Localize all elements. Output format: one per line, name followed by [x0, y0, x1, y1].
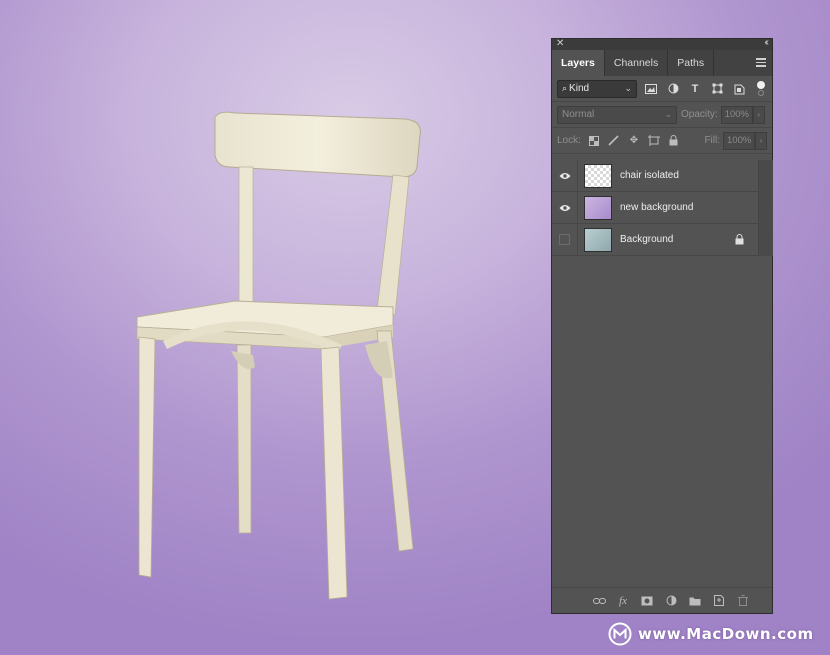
- close-icon[interactable]: ✕: [556, 38, 564, 49]
- layer-thumbnail: [584, 195, 612, 220]
- hidden-visibility-box: [559, 234, 570, 245]
- type-filter-icon[interactable]: T: [687, 81, 703, 97]
- filter-toggle[interactable]: [757, 80, 765, 97]
- new-layer-icon[interactable]: [712, 594, 726, 608]
- visibility-toggle[interactable]: [552, 191, 578, 224]
- opacity-label: Opacity:: [681, 109, 718, 120]
- lock-image-pixels-icon[interactable]: [607, 134, 621, 148]
- fill-input[interactable]: 100%: [723, 131, 755, 150]
- tab-channels[interactable]: Channels: [605, 50, 669, 76]
- lock-icon[interactable]: [735, 234, 744, 248]
- layer-name[interactable]: new background: [620, 202, 693, 213]
- layer-name[interactable]: Background: [620, 234, 673, 245]
- smart-object-filter-icon[interactable]: [731, 81, 747, 97]
- shape-filter-icon[interactable]: [709, 81, 725, 97]
- eye-icon: [559, 204, 570, 211]
- blend-row: Normal ⌄ Opacity: 100% ›: [552, 102, 772, 128]
- layers-panel: ✕ ‹‹ Layers Channels Paths ⌕ Kind ⌄ T No…: [551, 37, 773, 614]
- opacity-chevron-icon[interactable]: ›: [752, 105, 765, 124]
- lock-position-icon[interactable]: ✥: [627, 134, 641, 148]
- panel-footer: fx: [552, 587, 772, 613]
- fill-label: Fill:: [704, 135, 720, 146]
- layer-row-background[interactable]: Background: [552, 223, 758, 256]
- chair-image: [136, 111, 421, 600]
- filter-kind-label: Kind: [569, 83, 590, 94]
- lock-row: Lock: ✥ Fill: 100% ›: [552, 128, 772, 154]
- filter-row: ⌕ Kind ⌄ T: [552, 76, 772, 102]
- new-group-folder-icon[interactable]: [688, 594, 702, 608]
- layer-row-chair-isolated[interactable]: chair isolated: [552, 159, 758, 192]
- collapse-icon[interactable]: ‹‹: [764, 37, 768, 48]
- visibility-toggle[interactable]: [552, 159, 578, 192]
- panel-menu-icon[interactable]: [756, 58, 766, 67]
- visibility-toggle[interactable]: [552, 223, 578, 256]
- lock-artboard-icon[interactable]: [647, 134, 661, 148]
- chevron-down-icon: ⌄: [664, 108, 672, 119]
- chevron-down-icon: ⌄: [624, 82, 632, 93]
- add-mask-icon[interactable]: [640, 594, 654, 608]
- lock-all-icon[interactable]: [667, 134, 681, 148]
- new-adjustment-layer-icon[interactable]: [664, 594, 678, 608]
- layer-thumbnail: [584, 227, 612, 252]
- layer-row-new-background[interactable]: new background: [552, 191, 758, 224]
- link-layers-icon[interactable]: [592, 594, 606, 608]
- blend-mode-select[interactable]: Normal ⌄: [557, 105, 677, 124]
- panel-tabs: Layers Channels Paths: [552, 50, 772, 76]
- fill-chevron-icon[interactable]: ›: [755, 131, 767, 150]
- watermark-text: www.MacDown.com: [638, 625, 814, 643]
- layer-thumbnail: [584, 163, 612, 188]
- blend-mode-value: Normal: [562, 109, 595, 120]
- search-icon: ⌕: [562, 83, 568, 93]
- pixel-filter-icon[interactable]: [643, 81, 659, 97]
- eye-icon: [559, 172, 570, 179]
- trash-icon[interactable]: [736, 594, 750, 608]
- opacity-input[interactable]: 100%: [720, 105, 753, 124]
- layer-list: chair isolated new background Background: [552, 159, 758, 256]
- lock-transparent-pixels-icon[interactable]: [587, 134, 601, 148]
- tab-paths[interactable]: Paths: [668, 50, 715, 76]
- filter-kind-select[interactable]: ⌕ Kind ⌄: [557, 79, 637, 98]
- layer-name[interactable]: chair isolated: [620, 170, 679, 181]
- watermark: www.MacDown.com: [608, 622, 814, 646]
- layers-scrollbar[interactable]: [758, 160, 773, 256]
- tab-layers[interactable]: Layers: [552, 50, 605, 76]
- layer-style-fx-icon[interactable]: fx: [616, 594, 630, 608]
- adjustment-filter-icon[interactable]: [665, 81, 681, 97]
- lock-label: Lock:: [557, 135, 581, 146]
- macdown-logo-icon: [608, 622, 632, 646]
- panel-titlebar: ✕ ‹‹: [552, 37, 772, 50]
